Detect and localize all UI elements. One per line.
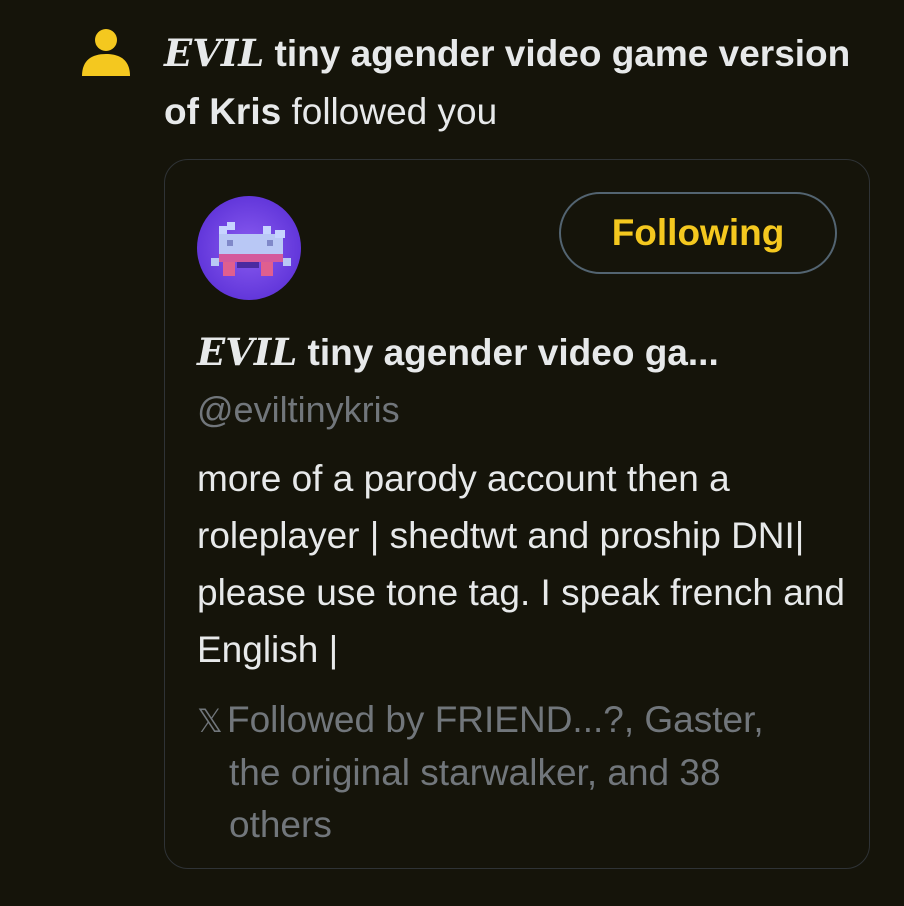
- card-display-name[interactable]: EVIL tiny agender video ga...: [197, 326, 837, 379]
- followed-by[interactable]: 𝕏 Followed by FRIEND...?, Gaster, the ori…: [197, 694, 857, 851]
- followed-by-line2: the original starwalker, and 38: [229, 752, 721, 793]
- notification-text: EVIL tiny agender video game version of …: [164, 24, 884, 141]
- card-bio: more of a parody account then a roleplay…: [197, 458, 845, 670]
- notification-action: followed you: [281, 91, 498, 132]
- x-logo-icon: 𝕏: [197, 703, 223, 739]
- follow-notification[interactable]: EVIL tiny agender video game version of …: [0, 0, 904, 906]
- following-button[interactable]: Following: [559, 192, 837, 274]
- avatar[interactable]: [197, 196, 301, 300]
- avatar-image: [197, 196, 301, 300]
- user-card[interactable]: Following EVIL tiny agender video ga... …: [164, 159, 870, 869]
- person-icon: [82, 29, 130, 76]
- card-handle[interactable]: @eviltinykris: [197, 384, 400, 436]
- followed-by-line1: Followed by FRIEND...?, Gaster,: [227, 699, 764, 740]
- notification-user-name[interactable]: EVIL tiny agender video game version of …: [164, 31, 850, 132]
- followed-by-line3: others: [229, 804, 332, 845]
